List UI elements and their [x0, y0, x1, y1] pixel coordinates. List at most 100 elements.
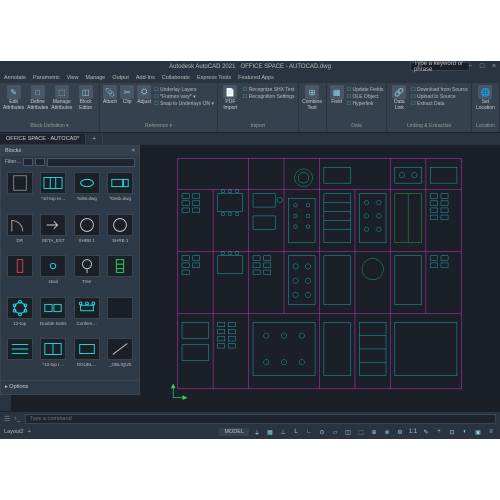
history-icon[interactable]: ☰ [4, 415, 10, 423]
block-item[interactable] [5, 255, 35, 293]
ribbon-group: 📎Attach✂Clip⛭AdjustUnderlay Layers*Frame… [100, 83, 218, 132]
minimize-icon[interactable]: − [466, 62, 474, 70]
layout-tab[interactable]: Layout2 [4, 429, 24, 435]
ribbon-option[interactable]: *Frames vary* ▾ [154, 94, 214, 100]
ribbon-label: Block Editor [75, 100, 96, 111]
field-icon: ▦ [330, 85, 344, 99]
ribbon-label: Set Location [475, 100, 496, 111]
statusbar-button[interactable]: ※ [382, 427, 392, 437]
block-item[interactable]: *Desk.dwg [106, 172, 136, 210]
ribbon-button[interactable]: ◫Block Editor [75, 85, 96, 111]
ribbon-group-label [302, 122, 323, 130]
filter-button[interactable] [23, 158, 33, 166]
block-label: _OBLIQUE [106, 362, 136, 367]
ribbon-button[interactable]: □Define Attributes [27, 85, 48, 111]
command-input[interactable] [25, 414, 496, 424]
block-item[interactable]: *10-top r… [39, 338, 69, 376]
ribbon-option[interactable]: Underlay Layers [154, 87, 214, 93]
statusbar-button[interactable]: ◐ [460, 427, 470, 437]
ribbon-group: 🌐Set LocationLocation [472, 83, 500, 132]
statusbar-button[interactable]: ⊥ [278, 427, 288, 437]
statusbar-button[interactable]: ⊙ [317, 427, 327, 437]
window-controls: − □ × [466, 62, 498, 70]
ribbon-option[interactable]: Upload to Source [411, 94, 468, 100]
close-icon[interactable]: × [490, 62, 498, 70]
ribbon-option[interactable]: Extract Data [411, 101, 468, 107]
statusbar-button[interactable]: 1:1 [408, 427, 418, 437]
menu-item[interactable]: View [67, 75, 79, 81]
block-item[interactable]: Toilet.dwg [72, 172, 102, 210]
ribbon-option[interactable]: Recognition Settings [243, 94, 295, 100]
menu-item[interactable]: Add-Ins [136, 75, 155, 81]
statusbar-button[interactable]: ▣ [473, 427, 483, 437]
new-tab-button[interactable]: + [86, 134, 102, 144]
ribbon-button[interactable]: ✂Clip [120, 85, 134, 106]
menu-item[interactable]: Manage [85, 75, 105, 81]
ribbon-option[interactable]: Hyperlink [347, 101, 384, 107]
ribbon-button[interactable]: 📎Attach [103, 85, 117, 106]
drawing-canvas[interactable] [150, 145, 489, 411]
doc-tab[interactable]: OFFICE SPACE - AUTOCAD* [0, 134, 86, 144]
maximize-icon[interactable]: □ [478, 62, 486, 70]
menu-item[interactable]: Annotate [4, 75, 26, 81]
ribbon-option[interactable]: Snap to Underlays ON ▾ [154, 101, 214, 107]
block-item[interactable] [106, 297, 136, 335]
ribbon-button[interactable]: ⊞Combine Text [302, 85, 323, 111]
close-icon[interactable]: × [132, 148, 135, 154]
statusbar-button[interactable]: ▱ [330, 427, 340, 437]
ribbon-option[interactable]: Download from Source [411, 87, 468, 93]
statusbar-button[interactable]: ⊡ [447, 427, 457, 437]
statusbar-button[interactable]: ⏚ [252, 427, 262, 437]
ribbon-option[interactable]: Recognize SHX Text [243, 87, 295, 93]
search-box[interactable]: Type a keyword or phrase [410, 62, 470, 71]
statusbar-button[interactable]: ≡ [486, 427, 496, 437]
menu-item[interactable]: Express Tools [197, 75, 231, 81]
block-thumb [7, 338, 33, 360]
menu-item[interactable]: Collaborate [162, 75, 190, 81]
ribbon-button[interactable]: 🌐Set Location [475, 85, 496, 111]
block-item[interactable]: SHRB 1 [106, 214, 136, 252]
statusbar-button[interactable]: ⚙ [395, 427, 405, 437]
block-item[interactable]: *10-top re… [39, 172, 69, 210]
model-tab[interactable]: MODEL [219, 428, 249, 436]
block-item[interactable]: SETA_EST [39, 214, 69, 252]
block-item[interactable]: stool [39, 255, 69, 293]
statusbar-button[interactable]: ▦ [265, 427, 275, 437]
pdf-import-icon: 📄 [223, 85, 237, 99]
block-item[interactable]: _OBLIQUE [106, 338, 136, 376]
ribbon-option[interactable]: Update Fields [347, 87, 384, 93]
statusbar-button[interactable]: ⊕ [369, 427, 379, 437]
menu-item[interactable]: Featured Apps [238, 75, 274, 81]
ribbon-button[interactable]: 🔗Data Link [390, 85, 408, 111]
block-item[interactable] [5, 172, 35, 210]
ribbon-button[interactable]: ✎Edit Attributes [3, 85, 24, 111]
block-item[interactable] [106, 255, 136, 293]
block-item[interactable]: SHRB 1 [72, 214, 102, 252]
statusbar-button[interactable]: + [434, 427, 444, 437]
ribbon-group: ⊞Combine Text [299, 83, 327, 132]
blocks-options[interactable]: ▸ Options [1, 380, 139, 394]
block-thumb [74, 297, 100, 319]
ribbon-button[interactable]: ⛭Adjust [137, 85, 151, 106]
menu-item[interactable]: Parametric [33, 75, 60, 81]
statusbar-button[interactable]: ◫ [343, 427, 353, 437]
ribbon-option[interactable]: OLE Object [347, 94, 384, 100]
menu-item[interactable]: Output [112, 75, 129, 81]
blocks-panel-header[interactable]: Blocks × [1, 146, 139, 156]
statusbar-button[interactable]: ∟ [304, 427, 314, 437]
block-item[interactable]: 12-top [5, 297, 35, 335]
block-item[interactable]: Double Sinks [39, 297, 69, 335]
block-item[interactable]: DR [5, 214, 35, 252]
block-item[interactable]: Tree [72, 255, 102, 293]
block-item[interactable]: DOUBL… [72, 338, 102, 376]
filter-button[interactable] [35, 158, 45, 166]
statusbar-button[interactable]: ⬚ [356, 427, 366, 437]
ribbon-button[interactable]: ▦Field [330, 85, 344, 106]
ribbon-button[interactable]: 📄PDF Import [221, 85, 240, 111]
filter-input[interactable] [47, 158, 135, 167]
block-item[interactable]: Confere… [72, 297, 102, 335]
ribbon-button[interactable]: ⬚Manage Attributes [51, 85, 72, 111]
statusbar-button[interactable]: L [291, 427, 301, 437]
statusbar-button[interactable]: ✎ [421, 427, 431, 437]
block-item[interactable] [5, 338, 35, 376]
